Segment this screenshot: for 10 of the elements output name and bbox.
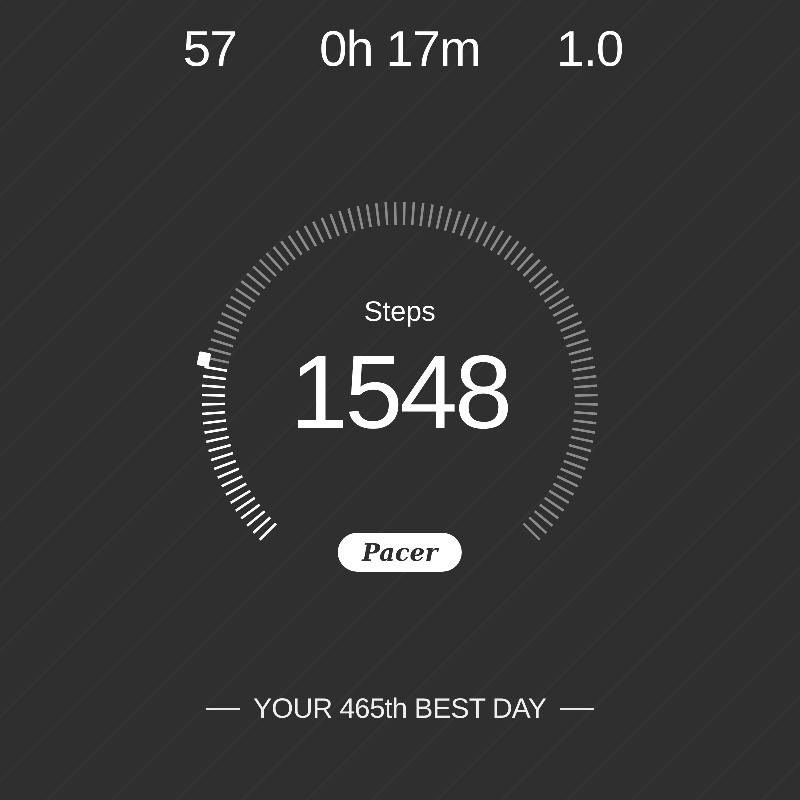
progress-marker — [196, 351, 212, 368]
dash-line — [560, 708, 594, 710]
best-day-text: YOUR 465th BEST DAY — [254, 692, 546, 726]
logo-badge: Pacer — [338, 533, 462, 572]
stat-value: 57 — [183, 20, 237, 78]
dash-line — [206, 708, 240, 710]
steps-label: Steps — [364, 295, 436, 329]
stat-value: 0h 17m — [320, 20, 480, 78]
stat-value: 1.0 — [556, 20, 624, 78]
steps-count: 1548 — [290, 335, 510, 451]
